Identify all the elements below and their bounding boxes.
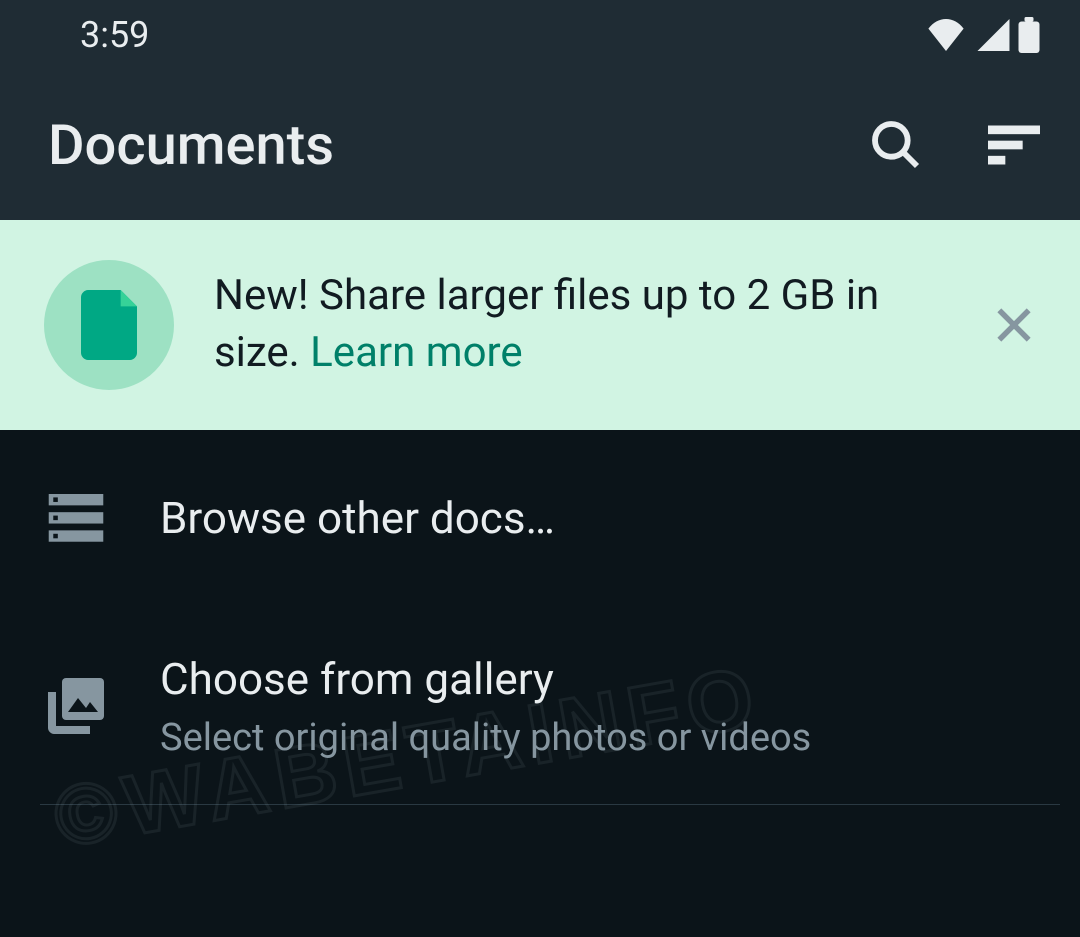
gallery-title: Choose from gallery	[160, 651, 1032, 708]
banner-text: New! Share larger files up to 2 GB in si…	[214, 268, 952, 381]
close-icon[interactable]	[992, 303, 1036, 347]
status-bar: 3:59	[0, 0, 1080, 70]
storage-icon	[48, 494, 104, 544]
status-icons	[926, 17, 1040, 53]
banner-icon-circle	[44, 260, 174, 390]
cellular-icon	[974, 19, 1010, 51]
banner-learn-more-link[interactable]: Learn more	[310, 328, 522, 377]
sort-icon[interactable]	[988, 125, 1040, 165]
list-item-text: Browse other docs…	[160, 490, 1032, 547]
choose-gallery-item[interactable]: Choose from gallery Select original qual…	[0, 607, 1080, 804]
list-item-text: Choose from gallery Select original qual…	[160, 651, 1032, 760]
divider	[40, 804, 1060, 805]
document-icon	[81, 290, 137, 360]
gallery-icon	[48, 676, 104, 736]
browse-docs-title: Browse other docs…	[160, 490, 1032, 547]
browse-docs-item[interactable]: Browse other docs…	[0, 430, 1080, 607]
battery-icon	[1018, 17, 1040, 53]
search-icon[interactable]	[868, 117, 924, 173]
status-time: 3:59	[80, 14, 149, 56]
info-banner: New! Share larger files up to 2 GB in si…	[0, 220, 1080, 430]
page-title: Documents	[48, 112, 334, 178]
app-bar-actions	[868, 117, 1040, 173]
gallery-subtitle: Select original quality photos or videos	[160, 716, 1032, 760]
app-bar: Documents	[0, 70, 1080, 220]
wifi-icon	[926, 19, 966, 51]
